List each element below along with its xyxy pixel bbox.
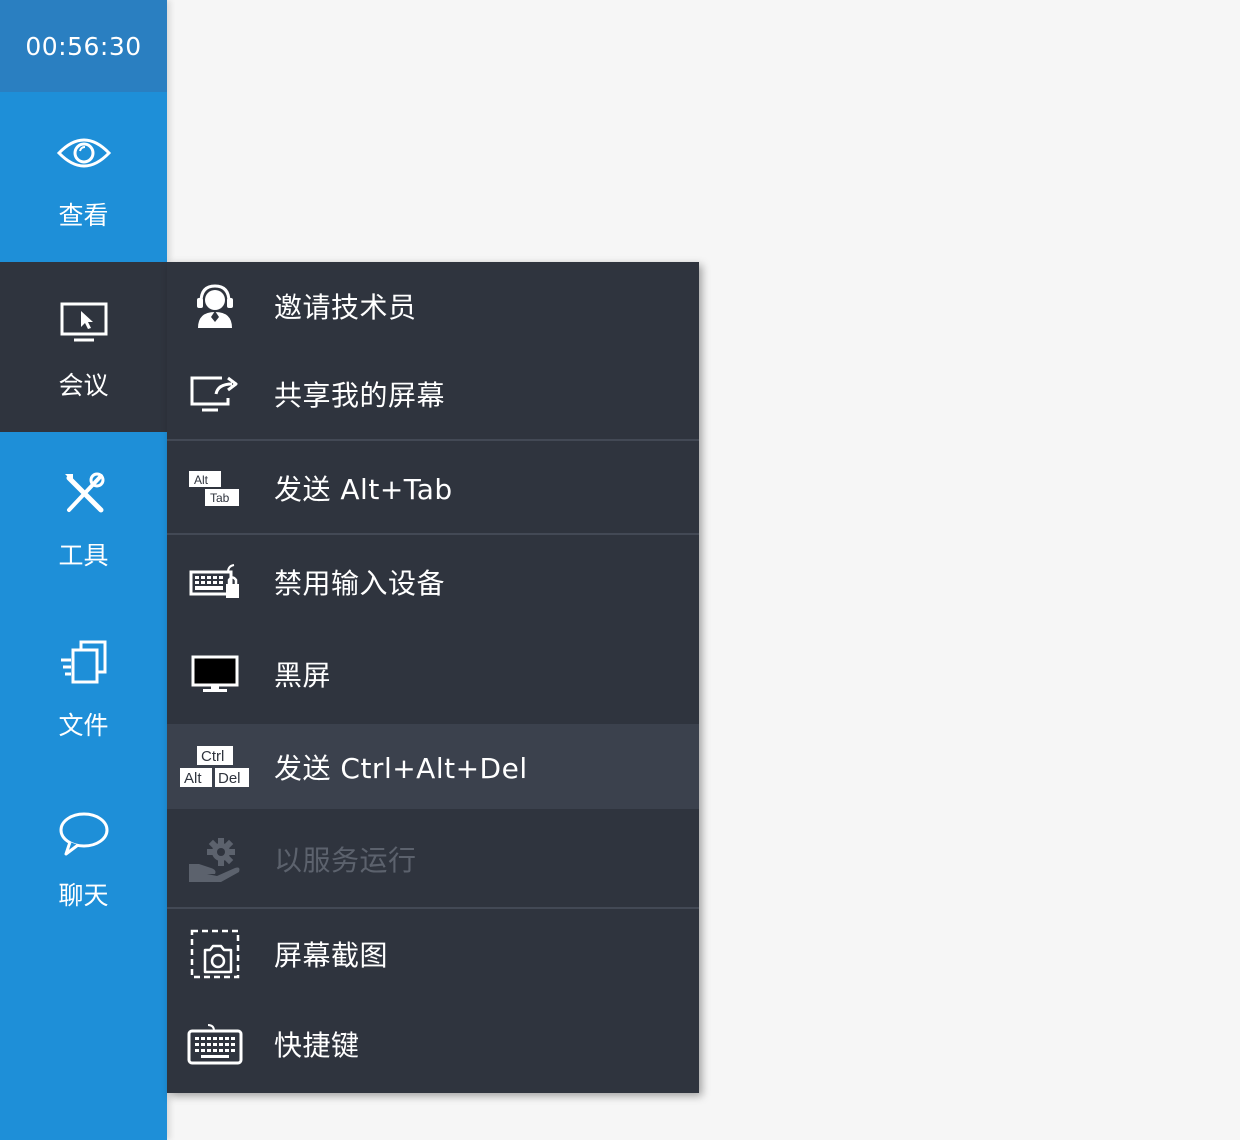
menu-divider [167,533,699,535]
menu-item-send-ctrl-alt-del[interactable]: Ctrl Alt Del 发送 Ctrl+Alt+Del [167,724,699,809]
menu-item-label: 黑屏 [274,659,332,692]
technician-headset-icon [175,276,255,336]
menu-item-label: 邀请技术员 [274,291,417,324]
key-ctrl-text: Ctrl [201,748,224,765]
sidebar-item-label: 聊天 [58,881,109,910]
black-screen-monitor-icon [175,644,255,704]
menu-item-label: 屏幕截图 [274,939,389,972]
share-screen-icon [175,364,255,424]
menu-item-black-screen[interactable]: 黑屏 [167,628,699,720]
sidebar: 00:56:30 查看 会议 工具 文件 聊天 [0,0,167,1140]
sidebar-item-files[interactable]: 文件 [0,602,167,772]
menu-item-run-as-service: 以服务运行 [167,810,699,907]
tools-icon [54,468,114,518]
menu-item-label: 发送 Alt+Tab [274,473,453,506]
menu-item-label: 以服务运行 [274,843,417,877]
eye-icon [54,128,114,178]
key-alt-text: Alt [194,473,209,487]
menu-divider [167,907,699,909]
ctrl-alt-del-keys-icon: Ctrl Alt Del [175,737,255,797]
chat-bubble-icon [54,808,114,858]
menu-item-invite-technician[interactable]: 邀请技术员 [167,262,699,350]
key-del-text: Del [218,770,241,787]
menu-item-label: 快捷键 [274,1029,360,1062]
alt-tab-keys-icon: Alt Tab [175,458,255,518]
menu-item-label: 共享我的屏幕 [274,379,446,412]
sidebar-item-meeting[interactable]: 会议 [0,262,167,432]
sidebar-item-chat[interactable]: 聊天 [0,772,167,942]
session-timer: 00:56:30 [0,0,167,92]
menu-item-label: 禁用输入设备 [274,567,446,600]
sidebar-item-label: 文件 [58,711,109,740]
service-gear-hand-icon [175,829,255,889]
menu-item-shortcuts[interactable]: 快捷键 [167,998,699,1090]
key-tab-text: Tab [210,491,230,505]
key-alt-text: Alt [184,770,202,787]
monitor-cursor-icon [54,298,114,348]
menu-item-share-screen[interactable]: 共享我的屏幕 [167,350,699,438]
sidebar-item-label: 会议 [58,371,109,400]
menu-item-send-alt-tab[interactable]: Alt Tab 发送 Alt+Tab [167,442,699,534]
files-icon [54,638,114,688]
sidebar-item-label: 工具 [58,541,109,570]
sidebar-item-label: 查看 [58,201,109,230]
keyboard-icon [175,1014,255,1074]
meeting-dropdown-menu: 邀请技术员 共享我的屏幕 Alt Tab 发送 Alt+Tab 禁用输入设备 黑… [167,262,699,1093]
sidebar-item-view[interactable]: 查看 [0,92,167,262]
menu-item-label: 发送 Ctrl+Alt+Del [274,751,528,785]
menu-item-screenshot[interactable]: 屏幕截图 [167,910,699,998]
screenshot-camera-icon [175,924,255,984]
keyboard-lock-icon [175,552,255,612]
sidebar-item-tools[interactable]: 工具 [0,432,167,602]
menu-item-disable-input[interactable]: 禁用输入设备 [167,536,699,628]
menu-divider [167,439,699,441]
